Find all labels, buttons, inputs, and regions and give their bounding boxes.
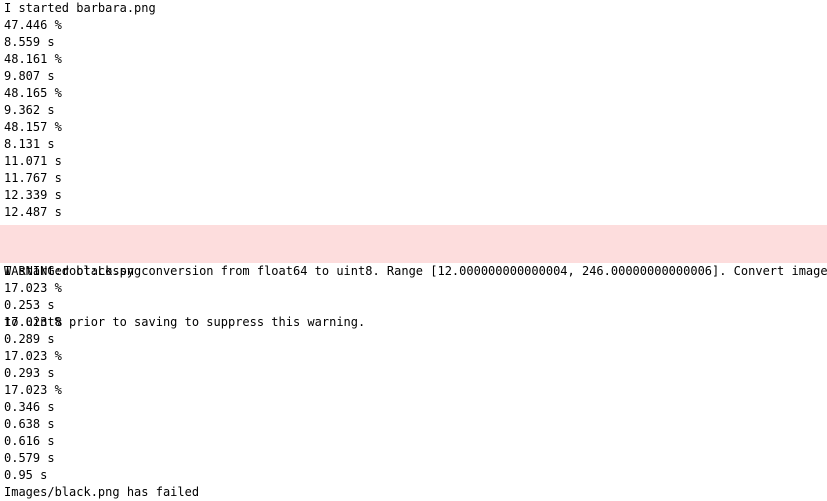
output-line-time: 12.487 s bbox=[4, 205, 62, 219]
output-line-time: 0.95 s bbox=[4, 468, 48, 482]
output-line-time: 0.346 s bbox=[4, 400, 55, 414]
output-line-time: 9.807 s bbox=[4, 69, 55, 83]
output-line-time: 9.362 s bbox=[4, 103, 55, 117]
output-line-time: 0.579 s bbox=[4, 451, 55, 465]
output-line-percent: 17.023 % bbox=[4, 281, 62, 295]
output-line-time: 12.339 s bbox=[4, 188, 62, 202]
output-line-started-barbara: I started barbara.png bbox=[4, 1, 156, 15]
output-line-percent: 48.161 % bbox=[4, 52, 62, 66]
output-line-time: 8.559 s bbox=[4, 35, 55, 49]
output-line-time: 0.638 s bbox=[4, 417, 55, 431]
output-line-percent: 48.157 % bbox=[4, 120, 62, 134]
output-line-time: 0.616 s bbox=[4, 434, 55, 448]
output-line-percent: 17.023 % bbox=[4, 349, 62, 363]
output-line-time: 11.071 s bbox=[4, 154, 62, 168]
output-line-time: 8.131 s bbox=[4, 137, 55, 151]
output-line-time: 0.293 s bbox=[4, 366, 55, 380]
output-line-percent: 48.165 % bbox=[4, 86, 62, 100]
output-line-percent: 17.023 % bbox=[4, 383, 62, 397]
output-area: I started barbara.png 47.446 % 8.559 s 4… bbox=[0, 0, 827, 501]
output-line-time: 0.253 s bbox=[4, 298, 55, 312]
warning-message: WARNING:root:Lossy conversion from float… bbox=[0, 225, 827, 329]
output-line-time: 0.289 s bbox=[4, 332, 55, 346]
output-line-percent: 47.446 % bbox=[4, 18, 62, 32]
output-line-time: 11.767 s bbox=[4, 171, 62, 185]
